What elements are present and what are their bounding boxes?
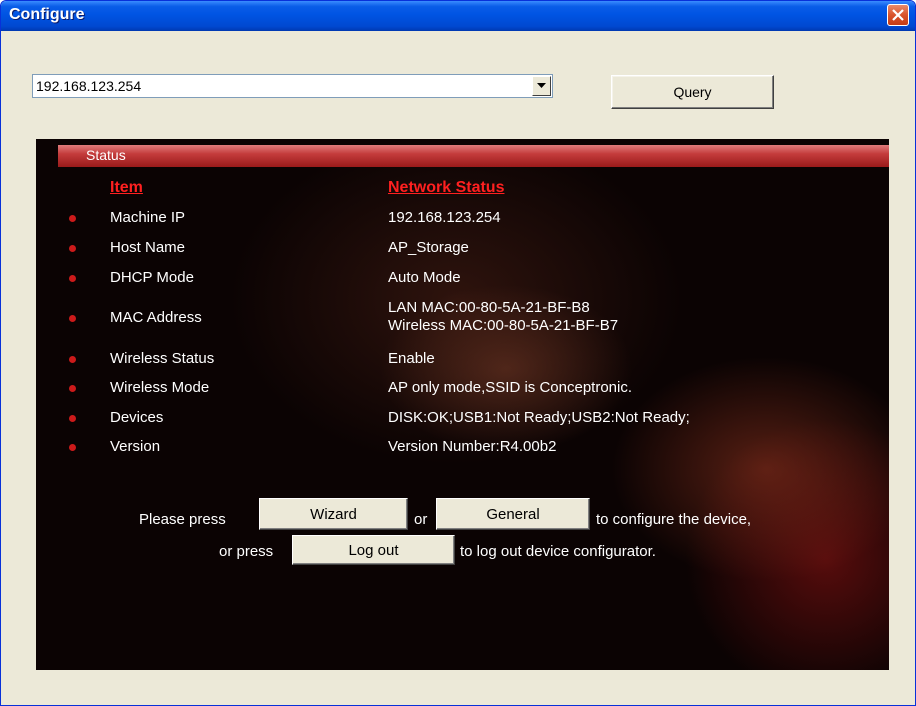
row-item-label: Devices [110,409,164,426]
row-value: Version Number:R4.00b2 [388,438,557,455]
row-value: AP_Storage [388,239,469,256]
row-item-label: MAC Address [110,309,202,326]
bullet-icon [69,385,76,392]
row-value-wireless-mac: Wireless MAC:00-80-5A-21-BF-B7 [388,317,619,334]
bullet-icon [69,315,76,322]
status-header-bar: Status [58,145,889,167]
query-button[interactable]: Query [611,75,774,109]
row-item-label: Machine IP [110,209,186,226]
wizard-button[interactable]: Wizard [259,498,408,530]
configure-window: Configure 192.168.123.254 Query Status I… [0,0,916,706]
window-title: Configure [9,6,85,23]
row-value: Enable [388,350,435,367]
ip-address-dropdown[interactable]: 192.168.123.254 [32,74,553,98]
row-item-label: DHCP Mode [110,269,194,286]
row-value-lan-mac: LAN MAC:00-80-5A-21-BF-B8 [388,299,590,316]
title-bar[interactable]: Configure [1,1,915,31]
column-header-item: Item [110,179,143,196]
bullet-icon [69,356,76,363]
bullet-icon [69,415,76,422]
status-panel: Status Item Network Status Machine IP 19… [36,139,889,670]
row-item-label: Wireless Mode [110,379,210,396]
row-value: 192.168.123.254 [388,209,501,226]
or-text: or [414,511,428,528]
configure-device-text: to configure the device, [596,511,752,528]
bullet-icon [69,215,76,222]
logout-description-text: to log out device configurator. [460,543,656,560]
row-value: AP only mode,SSID is Conceptronic. [388,379,633,396]
column-header-network-status: Network Status [388,179,505,196]
row-item-label: Host Name [110,239,186,256]
general-button[interactable]: General [436,498,590,530]
please-press-text: Please press [139,511,226,528]
chevron-down-icon [537,83,546,88]
row-value: Auto Mode [388,269,461,286]
bullet-icon [69,245,76,252]
close-button[interactable] [887,4,909,26]
close-icon [892,9,904,21]
row-item-label: Wireless Status [110,350,215,367]
bullet-icon [69,275,76,282]
status-title: Status [86,147,126,163]
row-value: DISK:OK;USB1:Not Ready;USB2:Not Ready; [388,409,690,426]
bullet-icon [69,444,76,451]
or-press-text: or press [219,543,274,560]
row-item-label: Version [110,438,161,455]
dropdown-button[interactable] [532,76,551,96]
ip-address-value: 192.168.123.254 [36,78,142,94]
logout-button[interactable]: Log out [292,535,455,565]
